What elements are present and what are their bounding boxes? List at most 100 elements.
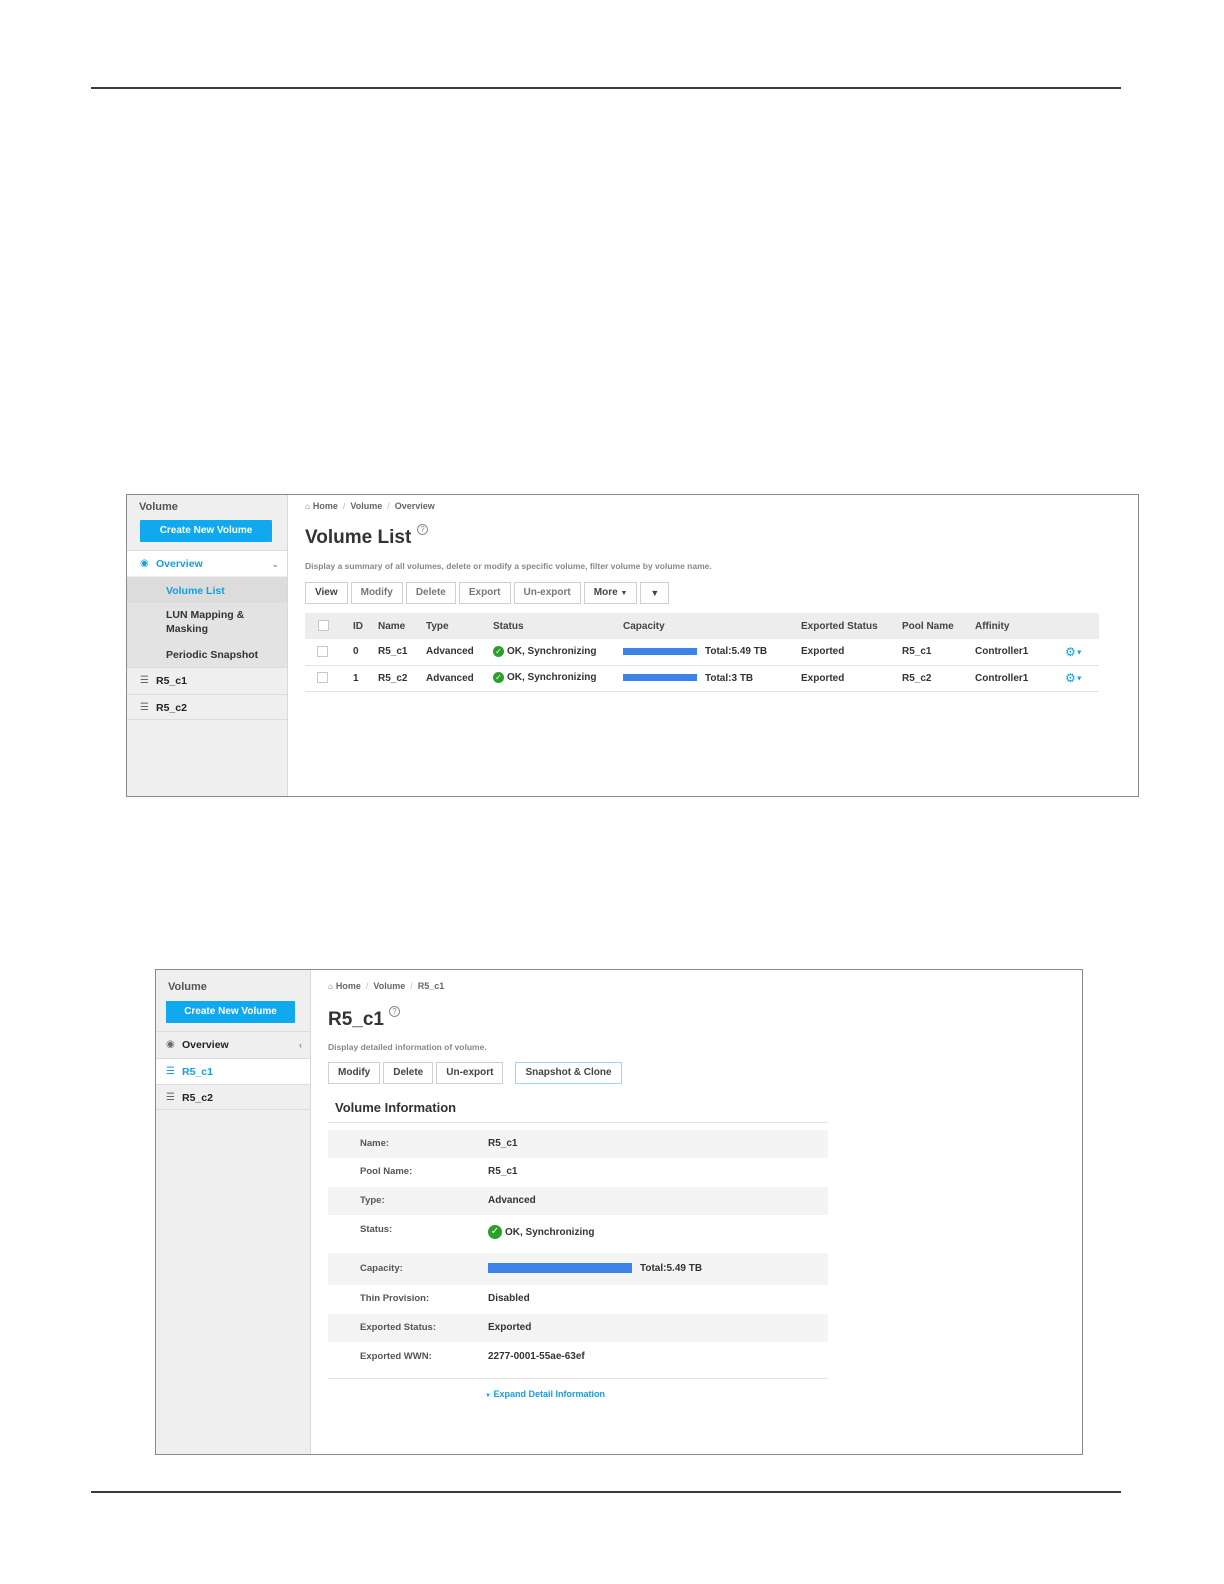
sidebar-title: Volume bbox=[168, 981, 207, 993]
help-icon[interactable]: ? bbox=[417, 524, 428, 535]
sidebar-item-r5-c1[interactable]: ☰ R5_c1 bbox=[127, 667, 287, 693]
info-label: Type: bbox=[360, 1195, 385, 1206]
breadcrumb: ⌂ Home / Volume / R5_c1 bbox=[328, 981, 445, 991]
info-label: Exported WWN: bbox=[360, 1351, 432, 1362]
sidebar-item-label: Overview bbox=[182, 1039, 229, 1051]
info-label: Pool Name: bbox=[360, 1166, 413, 1177]
row-actions-gear[interactable]: ⚙▼ bbox=[1061, 639, 1099, 666]
database-icon: ☰ bbox=[166, 1092, 175, 1103]
cell-pool-name: R5_c2 bbox=[898, 665, 971, 692]
sidebar-item-lun-mapping[interactable]: LUN Mapping & Masking bbox=[127, 603, 287, 642]
sidebar-item-label: Periodic Snapshot bbox=[166, 649, 259, 661]
column-header-actions bbox=[1061, 613, 1099, 639]
row-actions-gear[interactable]: ⚙▼ bbox=[1061, 665, 1099, 692]
column-header-capacity[interactable]: Capacity bbox=[619, 613, 797, 639]
gear-icon[interactable]: ⚙▼ bbox=[1065, 671, 1083, 685]
breadcrumb-current: Overview bbox=[394, 501, 435, 511]
info-value: 2277-0001-55ae-63ef bbox=[488, 1351, 585, 1362]
unexport-button[interactable]: Un-export bbox=[513, 582, 581, 604]
volume-list-screenshot: Volume Create New Volume ◉ Overview ⌄ Vo… bbox=[126, 494, 1139, 797]
cell-capacity: Total:5.49 TB bbox=[619, 639, 797, 666]
column-header-exported-status[interactable]: Exported Status bbox=[797, 613, 898, 639]
column-header-pool-name[interactable]: Pool Name bbox=[898, 613, 971, 639]
cell-exported-status: Exported bbox=[797, 639, 898, 666]
unexport-button[interactable]: Un-export bbox=[436, 1062, 504, 1084]
sidebar-item-r5-c1[interactable]: ☰ R5_c1 bbox=[156, 1058, 310, 1084]
table-row[interactable]: 0 R5_c1 Advanced ✓ OK, Synchronizing Tota… bbox=[305, 639, 1099, 666]
info-label: Thin Provision: bbox=[360, 1293, 430, 1304]
column-header-id[interactable]: ID bbox=[349, 613, 374, 639]
info-label: Status: bbox=[360, 1224, 393, 1235]
expand-label: Expand Detail Information bbox=[493, 1389, 605, 1399]
volume-detail-screenshot: Volume Create New Volume ◉ Overview ‹ ☰ … bbox=[155, 969, 1083, 1455]
row-checkbox[interactable] bbox=[305, 639, 349, 666]
export-button[interactable]: Export bbox=[458, 582, 511, 604]
status-text: OK, Synchronizing bbox=[507, 672, 597, 684]
help-icon[interactable]: ? bbox=[389, 1006, 400, 1017]
cell-name: R5_c2 bbox=[374, 665, 422, 692]
cell-pool-name: R5_c1 bbox=[898, 639, 971, 666]
info-value: Disabled bbox=[488, 1293, 530, 1304]
toolbar: Modify Delete Un-export Snapshot & Clone bbox=[328, 1062, 625, 1084]
sidebar-item-overview[interactable]: ◉ Overview ⌄ bbox=[127, 550, 287, 576]
cell-name: R5_c1 bbox=[374, 639, 422, 666]
table-row[interactable]: 1 R5_c2 Advanced ✓ OK, Synchronizing Tota… bbox=[305, 665, 1099, 692]
info-row-exported-status: Exported Status: Exported bbox=[328, 1314, 828, 1342]
sidebar-item-r5-c2[interactable]: ☰ R5_c2 bbox=[127, 694, 287, 720]
caret-down-icon: ▼ bbox=[620, 590, 628, 597]
filter-icon: ▼ bbox=[650, 588, 660, 598]
delete-button[interactable]: Delete bbox=[405, 582, 456, 604]
filter-button[interactable]: ▼ bbox=[640, 582, 670, 604]
column-header-name[interactable]: Name bbox=[374, 613, 422, 639]
breadcrumb: ⌂ Home / Volume / Overview bbox=[305, 501, 435, 511]
sidebar-item-volume-list[interactable]: Volume List bbox=[127, 577, 287, 603]
divider bbox=[328, 1122, 828, 1123]
main-content: ⌂ Home / Volume / Overview Volume List ? Disp… bbox=[288, 495, 1138, 796]
gear-icon[interactable]: ⚙▼ bbox=[1065, 645, 1083, 659]
select-all-checkbox[interactable] bbox=[305, 613, 349, 639]
info-value: R5_c1 bbox=[488, 1138, 518, 1149]
column-header-type[interactable]: Type bbox=[422, 613, 489, 639]
page-title: Volume List bbox=[305, 527, 412, 548]
breadcrumb-volume[interactable]: Volume bbox=[350, 501, 382, 511]
caret-down-icon: ▼ bbox=[485, 1393, 491, 1399]
snapshot-clone-button[interactable]: Snapshot & Clone bbox=[515, 1062, 622, 1084]
more-label: More bbox=[593, 587, 618, 598]
create-new-volume-button[interactable]: Create New Volume bbox=[166, 1001, 295, 1023]
globe-icon: ◉ bbox=[140, 558, 149, 569]
breadcrumb-home[interactable]: Home bbox=[313, 501, 338, 511]
chevron-down-icon: ⌄ bbox=[271, 559, 279, 569]
sidebar-item-label: Volume List bbox=[166, 585, 225, 597]
capacity-text: Total:5.49 TB bbox=[640, 1263, 703, 1274]
row-checkbox[interactable] bbox=[305, 665, 349, 692]
status-text: OK, Synchronizing bbox=[507, 646, 597, 658]
more-dropdown-button[interactable]: More ▼ bbox=[583, 582, 638, 604]
breadcrumb-current: R5_c1 bbox=[417, 981, 445, 991]
expand-detail-link[interactable]: ▼ Expand Detail Information bbox=[485, 1389, 605, 1399]
cell-capacity: Total:3 TB bbox=[619, 665, 797, 692]
info-label: Capacity: bbox=[360, 1263, 403, 1274]
info-row-capacity: Capacity: Total:5.49 TB bbox=[328, 1253, 828, 1285]
column-header-affinity[interactable]: Affinity bbox=[971, 613, 1061, 639]
column-header-status[interactable]: Status bbox=[489, 613, 619, 639]
sidebar-item-label: LUN Mapping & bbox=[166, 609, 245, 621]
view-button[interactable]: View bbox=[305, 582, 348, 604]
info-value: Exported bbox=[488, 1322, 532, 1333]
breadcrumb-volume[interactable]: Volume bbox=[373, 981, 405, 991]
create-new-volume-button[interactable]: Create New Volume bbox=[140, 520, 272, 542]
check-circle-icon: ✓ bbox=[488, 1225, 502, 1240]
sidebar: Volume Create New Volume ◉ Overview ⌄ Vo… bbox=[127, 495, 288, 796]
status-text: OK, Synchronizing bbox=[505, 1227, 595, 1238]
sidebar-item-label: R5_c1 bbox=[182, 1066, 213, 1078]
table-header-row: ID Name Type Status Capacity Exported St… bbox=[305, 613, 1099, 639]
breadcrumb-home[interactable]: Home bbox=[336, 981, 361, 991]
cell-status: ✓ OK, Synchronizing bbox=[489, 665, 619, 692]
delete-button[interactable]: Delete bbox=[383, 1062, 434, 1084]
modify-button[interactable]: Modify bbox=[328, 1062, 381, 1084]
sidebar-item-periodic-snapshot[interactable]: Periodic Snapshot bbox=[127, 642, 287, 667]
modify-button[interactable]: Modify bbox=[350, 582, 403, 604]
cell-type: Advanced bbox=[422, 639, 489, 666]
sidebar-item-overview[interactable]: ◉ Overview ‹ bbox=[156, 1031, 310, 1057]
capacity-text: Total:5.49 TB bbox=[705, 646, 768, 658]
sidebar-item-r5-c2[interactable]: ☰ R5_c2 bbox=[156, 1084, 310, 1110]
